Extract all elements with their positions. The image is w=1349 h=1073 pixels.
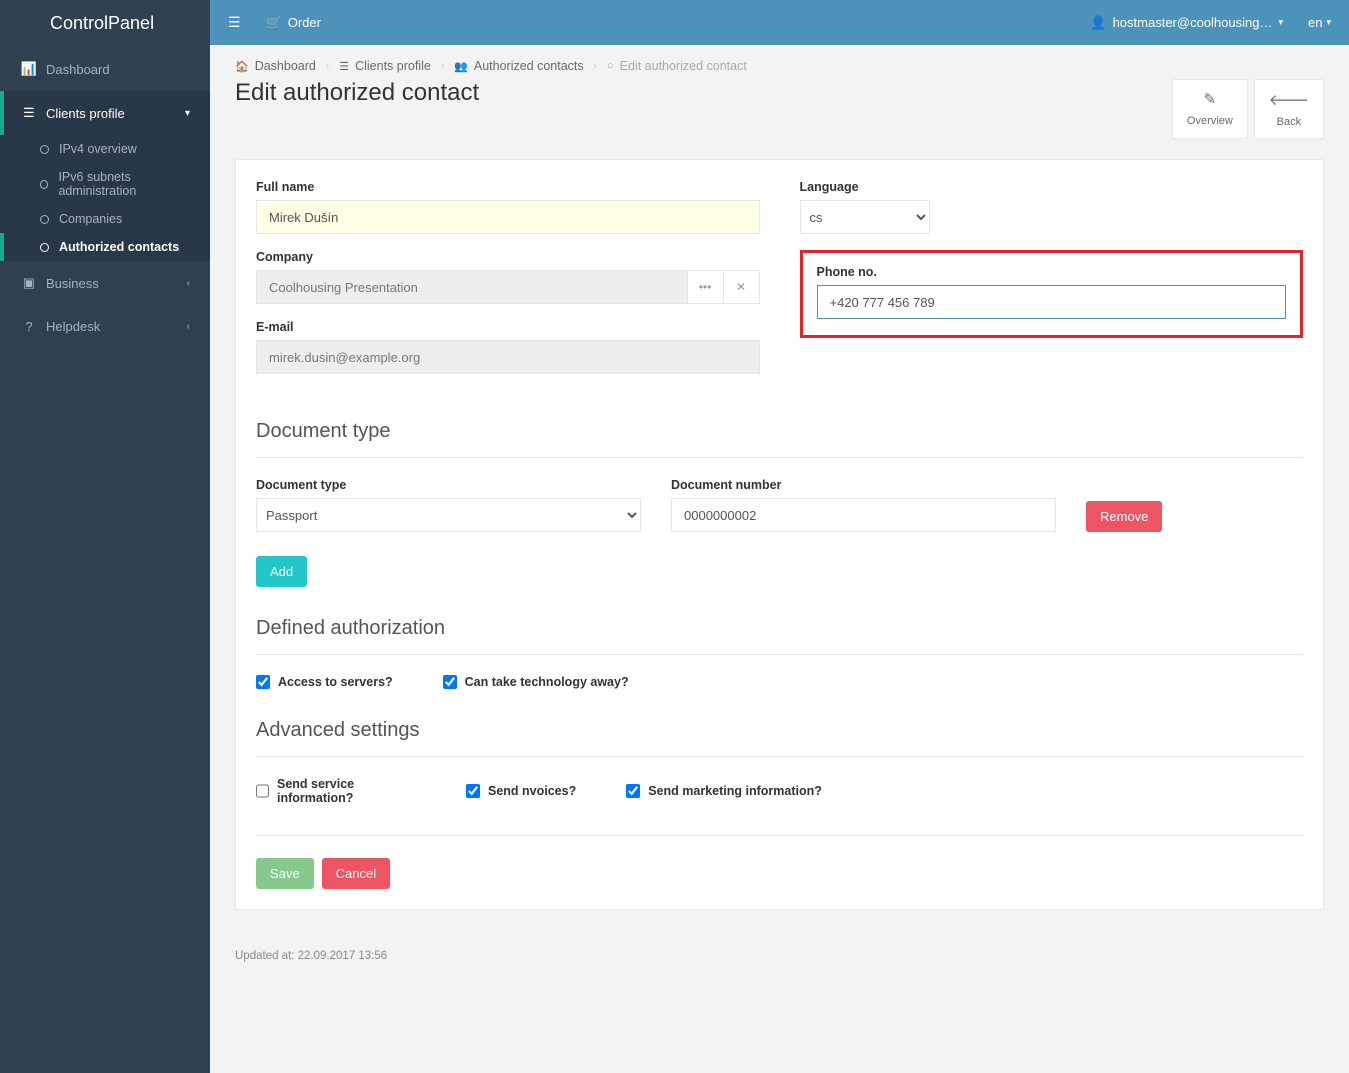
circle-icon [40, 243, 49, 252]
phone-input[interactable] [817, 285, 1287, 319]
save-button[interactable]: Save [256, 858, 314, 889]
breadcrumb-clients-profile[interactable]: ☰ Clients profile [339, 59, 431, 73]
dashboard-icon: 🏠 [235, 60, 249, 73]
overview-button[interactable]: ✎ Overview [1172, 79, 1248, 139]
email-input [256, 340, 760, 374]
document-number-input[interactable] [671, 498, 1056, 532]
sidebar-item-dashboard[interactable]: 📊 Dashboard [0, 47, 210, 91]
list-icon: ☰ [339, 60, 349, 73]
menu-toggle-icon[interactable]: ☰ [228, 14, 241, 31]
breadcrumb-dashboard[interactable]: 🏠 Dashboard [235, 59, 316, 73]
document-type-label: Document type [256, 478, 641, 492]
full-name-input[interactable] [256, 200, 760, 234]
sidebar-item-helpdesk[interactable]: ? Helpdesk ‹ [0, 305, 210, 348]
send-marketing-checkbox[interactable] [626, 784, 640, 798]
sidebar-item-clients-profile[interactable]: ☰ Clients profile ▾ [0, 91, 210, 135]
sidebar-item-label: IPv6 subnets administration [58, 170, 200, 198]
sidebar-item-ipv4[interactable]: IPv4 overview [0, 135, 210, 163]
send-service-check[interactable]: Send service information? [256, 777, 416, 805]
circle-icon [40, 145, 49, 154]
dashboard-icon: 📊 [20, 61, 38, 77]
arrow-left-icon: 🡐 [1269, 90, 1309, 109]
phone-label: Phone no. [817, 265, 1287, 279]
sidebar-item-companies[interactable]: Companies [0, 205, 210, 233]
sidebar-item-label: Business [46, 276, 99, 291]
document-number-label: Document number [671, 478, 1056, 492]
company-input [256, 270, 688, 304]
user-menu[interactable]: 👤 hostmaster@coolhousing… ▾ [1090, 15, 1283, 31]
question-icon: ? [20, 319, 38, 334]
email-label: E-mail [256, 320, 760, 334]
send-marketing-check[interactable]: Send marketing information? [626, 777, 822, 805]
sidebar-item-label: Dashboard [46, 62, 110, 77]
chevron-down-icon: ▾ [185, 108, 190, 119]
back-label: Back [1277, 116, 1301, 128]
caret-down-icon: ▾ [1326, 17, 1331, 28]
breadcrumb-authorized-contacts[interactable]: 👥 Authorized contacts [454, 59, 584, 73]
caret-down-icon: ▾ [1278, 17, 1283, 28]
chevron-left-icon: ‹ [187, 321, 190, 332]
full-name-label: Full name [256, 180, 760, 194]
send-invoices-checkbox[interactable] [466, 784, 480, 798]
breadcrumb-current: ○ Edit authorized contact [607, 59, 747, 73]
sidebar-item-label: Companies [59, 212, 122, 226]
form-panel: Full name Company ••• ✕ E- [235, 159, 1324, 910]
cancel-button[interactable]: Cancel [322, 858, 390, 889]
user-label: hostmaster@coolhousing… [1113, 15, 1273, 30]
sidebar-submenu: IPv4 overview IPv6 subnets administratio… [0, 135, 210, 261]
language-menu[interactable]: en ▾ [1308, 15, 1331, 30]
document-type-select[interactable]: Passport [256, 498, 641, 532]
ellipsis-icon: ••• [699, 280, 712, 294]
sidebar: ControlPanel 📊 Dashboard ☰ Clients profi… [0, 0, 210, 1073]
edit-icon: ✎ [1187, 90, 1233, 108]
circle-icon [40, 215, 49, 224]
back-button[interactable]: 🡐 Back [1254, 79, 1324, 139]
cart-icon: 🛒 [266, 15, 282, 31]
take-technology-check[interactable]: Can take technology away? [443, 675, 629, 689]
money-icon: ▣ [20, 275, 38, 291]
sidebar-item-label: IPv4 overview [59, 142, 137, 156]
section-defined-authorization: Defined authorization [256, 617, 1303, 655]
clear-icon: ✕ [736, 280, 746, 294]
circle-icon: ○ [607, 60, 614, 72]
breadcrumb-sep: › [326, 61, 329, 72]
company-more-button[interactable]: ••• [688, 270, 724, 304]
company-label: Company [256, 250, 760, 264]
sidebar-item-business[interactable]: ▣ Business ‹ [0, 261, 210, 305]
sidebar-item-authorized-contacts[interactable]: Authorized contacts [0, 233, 210, 261]
brand-logo: ControlPanel [0, 0, 210, 47]
sidebar-item-label: Clients profile [46, 106, 125, 121]
access-servers-check[interactable]: Access to servers? [256, 675, 393, 689]
list-icon: ☰ [20, 105, 38, 121]
remove-button[interactable]: Remove [1086, 501, 1162, 532]
chevron-left-icon: ‹ [187, 278, 190, 289]
breadcrumb-sep: › [441, 61, 444, 72]
user-icon: 👤 [1090, 15, 1106, 31]
access-servers-checkbox[interactable] [256, 675, 270, 689]
take-technology-checkbox[interactable] [443, 675, 457, 689]
section-advanced-settings: Advanced settings [256, 719, 1303, 757]
breadcrumb-sep: › [594, 61, 597, 72]
lang-label: en [1308, 15, 1322, 30]
order-link[interactable]: 🛒 Order [266, 15, 321, 31]
section-document-type: Document type [256, 420, 1303, 458]
overview-label: Overview [1187, 115, 1233, 127]
send-invoices-check[interactable]: Send nvoices? [466, 777, 576, 805]
circle-icon [40, 180, 48, 189]
sidebar-item-ipv6[interactable]: IPv6 subnets administration [0, 163, 210, 205]
company-clear-button[interactable]: ✕ [724, 270, 760, 304]
order-label: Order [288, 15, 321, 30]
add-button[interactable]: Add [256, 556, 307, 587]
topbar: ☰ 🛒 Order 👤 hostmaster@coolhousing… ▾ en… [210, 0, 1349, 45]
phone-highlight-box: Phone no. [800, 250, 1304, 338]
users-icon: 👥 [454, 60, 468, 73]
send-service-checkbox[interactable] [256, 784, 269, 798]
breadcrumb: 🏠 Dashboard › ☰ Clients profile › 👥 Auth… [235, 59, 747, 73]
language-select[interactable]: cs [800, 200, 930, 234]
footer-updated: Updated at: 22.09.2017 13:56 [235, 950, 1324, 962]
sidebar-item-label: Helpdesk [46, 319, 100, 334]
page-title: Edit authorized contact [235, 79, 1172, 107]
sidebar-item-label: Authorized contacts [59, 240, 179, 254]
language-label: Language [800, 180, 1304, 194]
